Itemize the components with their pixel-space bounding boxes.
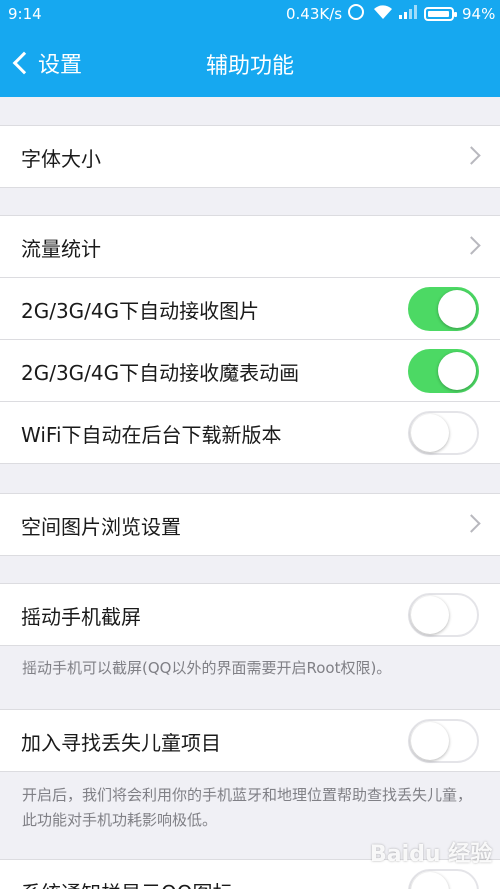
nav-bar: 设置 辅助功能 — [0, 28, 500, 97]
toggle-knob — [411, 872, 449, 889]
chevron-right-icon — [462, 146, 481, 165]
divider — [0, 645, 500, 646]
row-album-settings[interactable]: 空间图片浏览设置 — [0, 494, 500, 556]
battery-icon — [424, 7, 457, 21]
toggle-knob — [411, 596, 449, 634]
signal-icon — [399, 5, 417, 19]
row-label: 加入寻找丢失儿童项目 — [21, 731, 221, 755]
page-title: 辅助功能 — [205, 54, 294, 79]
alarm-icon — [348, 4, 364, 20]
shake-screenshot-toggle[interactable] — [408, 593, 479, 637]
battery-fill — [428, 11, 449, 17]
divider — [0, 463, 500, 464]
row-label: 系统通知栏显示QQ图标 — [21, 877, 232, 889]
divider — [0, 187, 500, 188]
row-label: 摇动手机截屏 — [21, 605, 141, 629]
toggle-knob — [411, 722, 449, 760]
row-label: 2G/3G/4G下自动接收魔表动画 — [21, 361, 300, 385]
row-traffic-stats[interactable]: 流量统计 — [0, 216, 500, 278]
row-label: 流量统计 — [21, 237, 101, 261]
toggle-knob — [438, 352, 476, 390]
row-auto-receive-magic: 2G/3G/4G下自动接收魔表动画 — [0, 340, 500, 402]
row-label: 字体大小 — [21, 147, 101, 171]
row-label: 2G/3G/4G下自动接收图片 — [21, 299, 260, 323]
divider — [0, 555, 500, 556]
row-label: WiFi下自动在后台下载新版本 — [21, 423, 282, 447]
lost-child-toggle[interactable] — [408, 719, 479, 763]
auto-image-toggle[interactable] — [408, 287, 479, 331]
row-font-size[interactable]: 字体大小 — [0, 126, 500, 188]
chevron-right-icon — [462, 514, 481, 533]
status-network-speed: 0.43K/s — [286, 5, 343, 23]
row-label: 空间图片浏览设置 — [21, 515, 181, 539]
status-bar: 9:14 0.43K/s 94% — [0, 0, 500, 28]
row-shake-screenshot: 摇动手机截屏 — [0, 584, 500, 646]
watermark-logo: Baidu 经验 — [370, 842, 493, 867]
row-lost-child: 加入寻找丢失儿童项目 — [0, 710, 500, 772]
divider — [0, 771, 500, 772]
wifi-download-toggle[interactable] — [408, 411, 479, 455]
row-wifi-auto-download: WiFi下自动在后台下载新版本 — [0, 402, 500, 464]
status-time: 9:14 — [8, 5, 42, 23]
wifi-icon — [374, 5, 392, 19]
row-auto-receive-images: 2G/3G/4G下自动接收图片 — [0, 278, 500, 340]
auto-magic-toggle[interactable] — [408, 349, 479, 393]
toggle-knob — [411, 414, 449, 452]
toggle-knob — [438, 290, 476, 328]
battery-percent: 94% — [462, 5, 496, 23]
shake-screenshot-description: 摇动手机可以截屏(QQ以外的界面需要开启Root权限)。 — [22, 659, 392, 677]
lost-child-description: 开启后，我们将会利用你的手机蓝牙和地理位置帮助查找丢失儿童，此功能对手机功耗影响… — [22, 786, 473, 829]
notification-icon-toggle[interactable] — [408, 869, 479, 889]
chevron-right-icon — [462, 236, 481, 255]
